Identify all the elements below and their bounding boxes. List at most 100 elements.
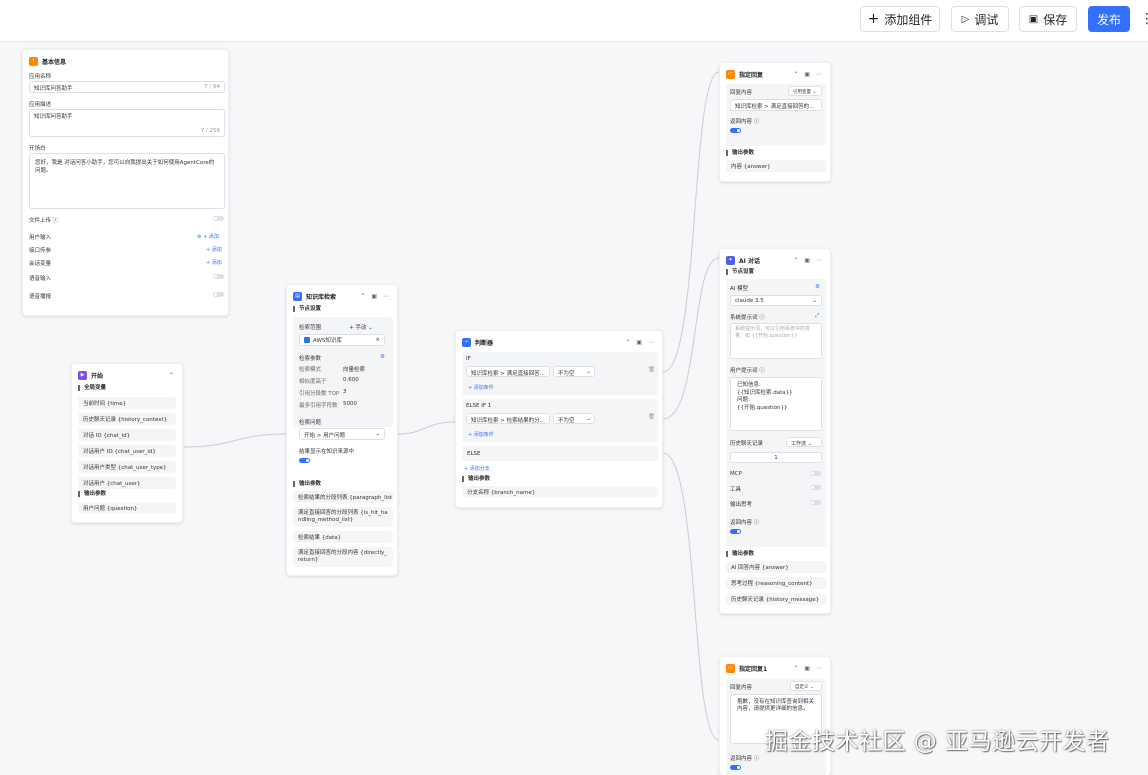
delete-icon[interactable]: 🗑 bbox=[648, 367, 655, 373]
expand-icon[interactable]: ⤢ bbox=[815, 313, 819, 320]
interface-params-label: 接口传参 bbox=[29, 248, 52, 254]
add-condition-link[interactable]: + 添加条件 bbox=[468, 384, 494, 391]
output-item: 满足直接回答的分段内容 {directly_return} bbox=[293, 547, 393, 567]
if-field-select[interactable]: 知识库检索 > 满足直接回答... bbox=[466, 366, 550, 377]
start-node[interactable]: ▶ 开始 ⌃ 全局变量 当前时间 {time} 历史聊天记录 {history_con… bbox=[71, 363, 183, 523]
param-value: 3 bbox=[343, 389, 347, 395]
add-branch-link[interactable]: + 添加分支 bbox=[464, 465, 490, 472]
elif-op-value: 不为空 bbox=[558, 418, 575, 424]
node-controls-icon[interactable]: ⌃ ▣ ⋯ bbox=[793, 665, 824, 672]
return-toggle[interactable] bbox=[730, 128, 741, 133]
global-var-item: 对话用户 ID {chat_user_id} bbox=[78, 445, 176, 457]
tools-toggle[interactable] bbox=[810, 485, 821, 490]
app-name-count: 7 / 64 bbox=[204, 84, 220, 90]
scope-mode[interactable]: + 手动 ⌄ bbox=[349, 323, 373, 331]
output-item: 分支名称 {branch_name} bbox=[462, 486, 658, 498]
if-op-value: 不为空 bbox=[558, 371, 575, 377]
mode-select[interactable]: 引用变量 ⌄ bbox=[788, 86, 822, 96]
edge-kb-cond bbox=[397, 421, 456, 435]
kb-item[interactable]: AWS知识库 × bbox=[299, 334, 385, 346]
history-count-stepper[interactable]: 1 bbox=[730, 452, 822, 463]
param-key: 引用分段数 TOP bbox=[299, 391, 340, 397]
add-condition-link[interactable]: + 添加条件 bbox=[468, 431, 494, 438]
user-input-add[interactable]: ⚙ + 添加 bbox=[197, 233, 219, 240]
return-toggle[interactable] bbox=[730, 765, 741, 770]
system-prompt-field[interactable]: 系统提示词，可以引用系统中的变量：如 {{开始.question}} bbox=[730, 323, 822, 359]
elif-operator-select[interactable]: 不为空 ⌄ bbox=[553, 413, 595, 424]
output-item: 内容 {answer} bbox=[726, 160, 826, 172]
mode-select[interactable]: 自定义 ⌄ bbox=[790, 681, 822, 691]
ai-icon: ✦ bbox=[726, 255, 735, 265]
node-controls-icon[interactable]: ⌃ ▣ ⋯ bbox=[793, 257, 824, 264]
params-label: 检索参数 bbox=[299, 356, 322, 362]
desc-label: 应用描述 bbox=[29, 102, 52, 108]
kb-retrieval-node[interactable]: ▤ 知识库检索 ⌃ ▣ ⋯ 节点设置 检索范围 + 手动 ⌄ AWS知识库 × 检索参… bbox=[286, 284, 398, 576]
return-label: 返回内容 ⓘ bbox=[730, 520, 760, 526]
user-prompt-field[interactable]: 已知信息: {{知识库检索.data}} 问题: {{开始.question}} bbox=[730, 377, 822, 431]
edge-cond-else-reply1 bbox=[662, 452, 720, 741]
think-toggle[interactable] bbox=[810, 500, 821, 505]
settings-label: 节点设置 bbox=[293, 306, 321, 312]
delete-icon[interactable]: 🗑 bbox=[648, 414, 655, 420]
file-upload-toggle[interactable] bbox=[213, 216, 224, 221]
if-field-value: 知识库检索 > 满足直接回答... bbox=[471, 371, 545, 377]
mcp-label: MCP bbox=[730, 471, 742, 477]
basic-info-node[interactable]: i 基本信息 应用名称 知识库问答助手 7 / 64 应用描述 知识库问答助手 7 /… bbox=[22, 49, 229, 316]
output-label: 输出参数 bbox=[726, 150, 754, 156]
reply-node[interactable]: ▭ 指定回复 ⌃ ▣ ⋯ 回复内容 引用变量 ⌄ 知识库检索 > 满足直接回答的..… bbox=[719, 62, 831, 182]
elif-field-value: 知识库检索 > 检索结果的分... bbox=[471, 418, 545, 424]
history-count-value: 1 bbox=[774, 455, 778, 461]
param-value: 5000 bbox=[343, 401, 357, 407]
desc-field[interactable]: 知识库问答助手 7 / 256 bbox=[29, 109, 225, 137]
return-toggle[interactable] bbox=[730, 529, 741, 534]
ai-chat-node[interactable]: ✦ AI 对话 ⌃ ▣ ⋯ 节点设置 AI 模型 ⚙ claude 3.5 ⌄ 系统提… bbox=[719, 248, 831, 614]
interface-params-add[interactable]: + 添加 bbox=[206, 246, 222, 253]
param-key: 检索模式 bbox=[299, 367, 322, 373]
voice-play-toggle[interactable] bbox=[213, 292, 224, 297]
voice-input-label: 语音输入 bbox=[29, 276, 52, 282]
settings-gear-icon[interactable]: ⚙ bbox=[815, 284, 820, 290]
close-icon[interactable]: × bbox=[375, 337, 380, 343]
output-label: 输出参数 bbox=[726, 551, 754, 557]
voice-input-toggle[interactable] bbox=[213, 274, 224, 279]
content-value: 知识库检索 > 满足直接回答的... bbox=[735, 104, 815, 110]
edge-cond-if-reply bbox=[662, 71, 720, 373]
collapse-icon[interactable]: ⌃ bbox=[169, 372, 176, 379]
node-controls-icon[interactable]: ⌃ ▣ ⋯ bbox=[793, 71, 824, 78]
condition-node[interactable]: ⑂ 判断器 ⌃ ▣ ⋯ IF 知识库检索 > 满足直接回答... 不为空 ⌄ 🗑 + … bbox=[455, 330, 663, 508]
output-item: 历史聊天记录 {history_message} bbox=[726, 593, 826, 605]
session-vars-add[interactable]: + 添加 bbox=[206, 259, 222, 266]
content-field[interactable]: 知识库检索 > 满足直接回答的... bbox=[730, 99, 822, 111]
settings-gear-icon[interactable]: ⚙ bbox=[380, 354, 385, 360]
branch-icon: ⑂ bbox=[462, 337, 471, 347]
node-title: 判断器 bbox=[475, 339, 494, 347]
global-var-item: 当前时间 {time} bbox=[78, 397, 176, 409]
return-label: 返回内容 ⓘ bbox=[730, 119, 760, 125]
output-label: 输出参数 bbox=[462, 476, 490, 482]
app-name-field[interactable]: 知识库问答助手 7 / 64 bbox=[29, 81, 225, 93]
if-operator-select[interactable]: 不为空 ⌄ bbox=[553, 366, 595, 377]
prompt-line: 问题: bbox=[737, 397, 750, 403]
output-label: 输出参数 bbox=[293, 481, 321, 487]
node-title: 开始 bbox=[91, 372, 104, 380]
opening-field[interactable]: 您好，我是 对话问答小助手，您可以向我提出关于如何使用AgentCore的问题。 bbox=[29, 153, 225, 209]
prompt-line: 已知信息: bbox=[737, 382, 761, 388]
model-select[interactable]: claude 3.5 ⌄ bbox=[730, 295, 822, 306]
mcp-toggle[interactable] bbox=[810, 471, 821, 476]
elif-label: ELSE IF 1 bbox=[466, 403, 492, 409]
reply1-node[interactable]: ▭ 指定回复1 ⌃ ▣ ⋯ 回复内容 自定义 ⌄ 抱歉，没有在知识库查询到相关内容，… bbox=[719, 656, 831, 775]
node-controls-icon[interactable]: ⌃ ▣ ⋯ bbox=[360, 293, 391, 300]
desc-count: 7 / 256 bbox=[200, 128, 220, 134]
opening-label: 开场白 bbox=[29, 146, 46, 152]
reply-icon: ▭ bbox=[726, 663, 735, 673]
output-item: 检索结果的分段列表 {paragraph_list} bbox=[293, 491, 393, 503]
question-select[interactable]: 开始 > 用户问题 ⌄ bbox=[299, 428, 385, 440]
output-item: 思考过程 {reasoning_content} bbox=[726, 577, 826, 589]
desc-value: 知识库问答助手 bbox=[34, 114, 73, 120]
watermark: 掘金技术社区 @ 亚马逊云开发者 bbox=[765, 729, 1110, 755]
history-mode-select[interactable]: 工作流 ⌄ bbox=[786, 437, 822, 447]
elif-field-select[interactable]: 知识库检索 > 检索结果的分... bbox=[466, 413, 550, 424]
user-input-label: 用户输入 bbox=[29, 235, 52, 241]
show-source-toggle[interactable] bbox=[299, 458, 310, 463]
node-controls-icon[interactable]: ⌃ ▣ ⋯ bbox=[625, 339, 656, 346]
